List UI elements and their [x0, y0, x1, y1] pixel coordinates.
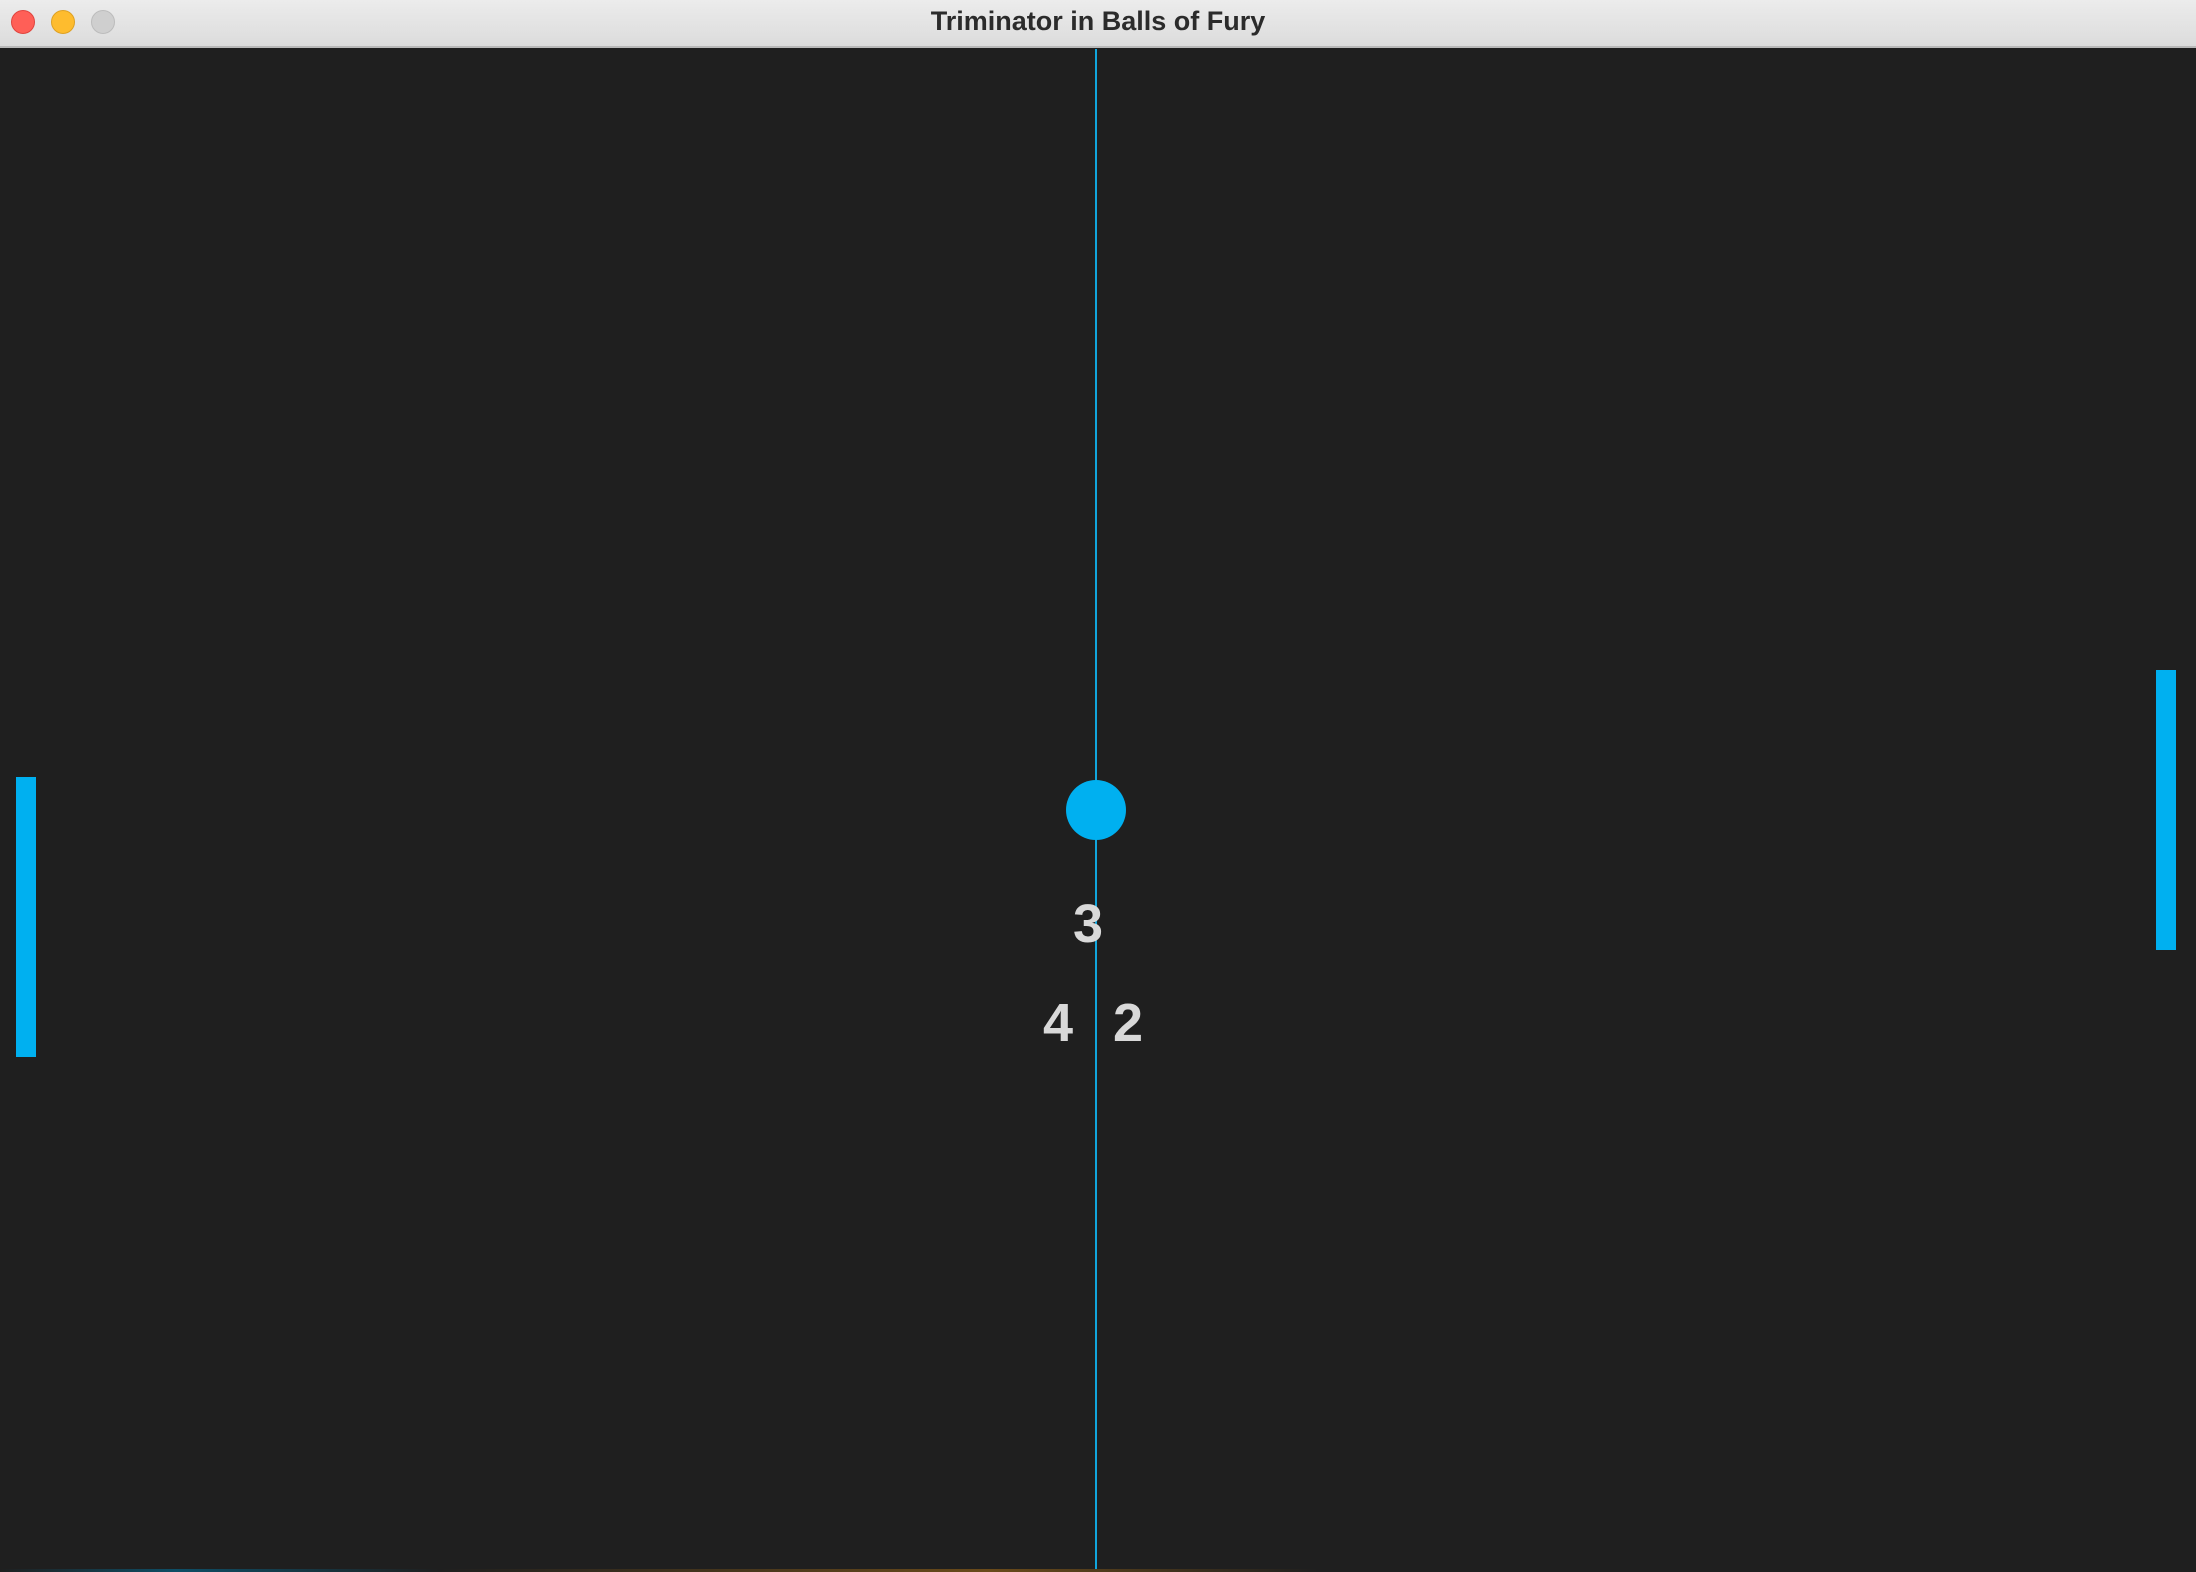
- right-player-score: 2: [1112, 993, 1144, 1053]
- left-paddle: [16, 777, 36, 1057]
- ball: [1066, 780, 1126, 840]
- right-paddle: [2156, 670, 2176, 950]
- game-window: Triminator in Balls of Fury 3 4 2: [0, 0, 2196, 1572]
- left-player-score: 4: [1042, 993, 1074, 1053]
- title-bar[interactable]: Triminator in Balls of Fury: [0, 0, 2196, 48]
- rally-counter: 3: [1072, 894, 1104, 954]
- game-court[interactable]: 3 4 2: [0, 49, 2196, 1572]
- window-title: Triminator in Balls of Fury: [930, 6, 1266, 36]
